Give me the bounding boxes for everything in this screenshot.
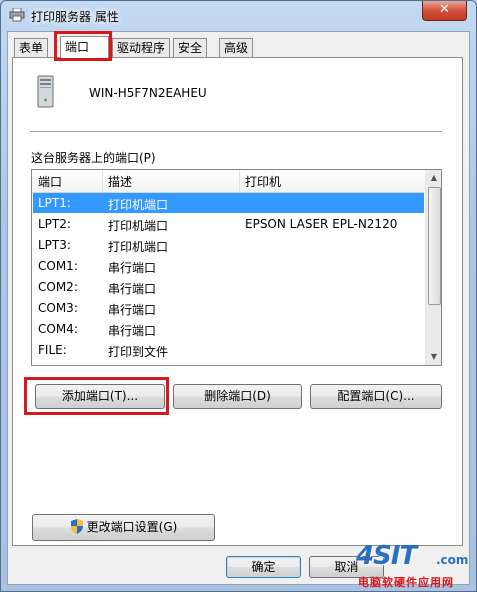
button-label: 确定 — [251, 560, 276, 574]
table-row[interactable]: LPT2: 打印机端口 EPSON LASER EPL-N2120 — [33, 214, 424, 234]
tab-label: 高级 — [224, 41, 249, 55]
tab-ports[interactable]: 端口 — [60, 36, 109, 58]
table-row[interactable]: COM2: 串行端口 — [33, 277, 424, 297]
button-label: 添加端口(T)... — [61, 389, 139, 403]
cell-port: COM3: — [38, 301, 78, 315]
close-icon: ✕ — [439, 2, 450, 17]
close-button[interactable]: ✕ — [422, 1, 467, 21]
add-port-button[interactable]: 添加端口(T)... — [35, 384, 165, 409]
vertical-scrollbar[interactable]: ▲ ▼ — [425, 170, 441, 365]
cell-description: 打印机端口 — [108, 219, 169, 233]
separator — [30, 131, 442, 132]
cell-description: 串行端口 — [108, 303, 157, 317]
cell-description: 打印机端口 — [108, 198, 169, 212]
tab-security[interactable]: 安全 — [173, 38, 208, 57]
column-divider[interactable] — [102, 170, 103, 192]
scroll-up-icon[interactable]: ▲ — [426, 170, 441, 186]
button-label: 配置端口(C)... — [337, 389, 415, 403]
tab-label: 表单 — [19, 41, 44, 55]
column-divider[interactable] — [239, 170, 240, 192]
cell-port: COM4: — [38, 322, 78, 336]
configure-port-button[interactable]: 配置端口(C)... — [310, 384, 442, 409]
button-label: 更改端口设置(G) — [86, 520, 178, 534]
table-row[interactable]: COM3: 串行端口 — [33, 298, 424, 318]
button-label: 取消 — [334, 560, 359, 574]
table-row[interactable]: LPT3: 打印机端口 — [33, 235, 424, 255]
cell-port: LPT3: — [38, 238, 71, 252]
cell-port: FILE: — [38, 343, 67, 357]
title-bar[interactable]: 打印服务器 属性 ✕ — [1, 1, 476, 31]
tab-drivers[interactable]: 驱动程序 — [112, 38, 171, 57]
list-header: 端口 描述 打印机 — [32, 170, 425, 193]
cell-port: COM2: — [38, 280, 78, 294]
tab-forms[interactable]: 表单 — [14, 38, 49, 57]
cell-printer: EPSON LASER EPL-N2120 — [245, 217, 398, 231]
printer-icon — [9, 8, 25, 22]
site-watermark: 4SIT .com 电脑软硬件应用网 — [356, 541, 474, 589]
tab-label: 安全 — [178, 41, 203, 55]
tab-advanced[interactable]: 高级 — [219, 38, 254, 57]
tab-label: 驱动程序 — [117, 41, 166, 55]
server-computer-icon — [37, 75, 54, 108]
window-title: 打印服务器 属性 — [31, 10, 119, 24]
tab-label: 端口 — [65, 40, 90, 54]
cell-port: LPT1: — [38, 196, 71, 210]
table-row[interactable]: COM1: 串行端口 — [33, 256, 424, 276]
table-row[interactable]: LPT1: 打印机端口 — [33, 193, 424, 213]
change-port-settings-button[interactable]: 更改端口设置(G) — [32, 514, 215, 541]
server-name: WIN-H5F7N2EAHEU — [89, 86, 207, 100]
watermark-logo: 4SIT — [356, 541, 417, 571]
cell-port: LPT2: — [38, 217, 71, 231]
scrollbar-thumb[interactable] — [428, 187, 441, 305]
cell-port: COM1: — [38, 259, 78, 273]
ports-list-label: 这台服务器上的端口(P) — [31, 151, 156, 165]
ports-list[interactable]: 端口 描述 打印机 LPT1: 打印机端口 LPT2: 打印机端口 EPSON … — [31, 169, 442, 366]
cell-description: 打印到文件 — [108, 345, 169, 359]
ok-button[interactable]: 确定 — [226, 556, 301, 578]
cell-description: 打印机端口 — [108, 240, 169, 254]
column-header-port[interactable]: 端口 — [38, 173, 62, 190]
column-header-description[interactable]: 描述 — [108, 173, 132, 190]
watermark-domain: .com — [436, 553, 469, 567]
cell-description: 串行端口 — [108, 282, 157, 296]
watermark-subtitle: 电脑软硬件应用网 — [358, 576, 454, 589]
table-row[interactable]: FILE: 打印到文件 — [33, 340, 424, 360]
table-row[interactable]: COM4: 串行端口 — [33, 319, 424, 339]
cell-description: 串行端口 — [108, 324, 157, 338]
cell-description: 串行端口 — [108, 261, 157, 275]
scroll-down-icon[interactable]: ▼ — [426, 349, 441, 365]
uac-shield-icon — [70, 519, 83, 534]
button-label: 删除端口(D) — [204, 389, 271, 403]
delete-port-button[interactable]: 删除端口(D) — [173, 384, 302, 409]
column-header-printer[interactable]: 打印机 — [245, 173, 281, 190]
